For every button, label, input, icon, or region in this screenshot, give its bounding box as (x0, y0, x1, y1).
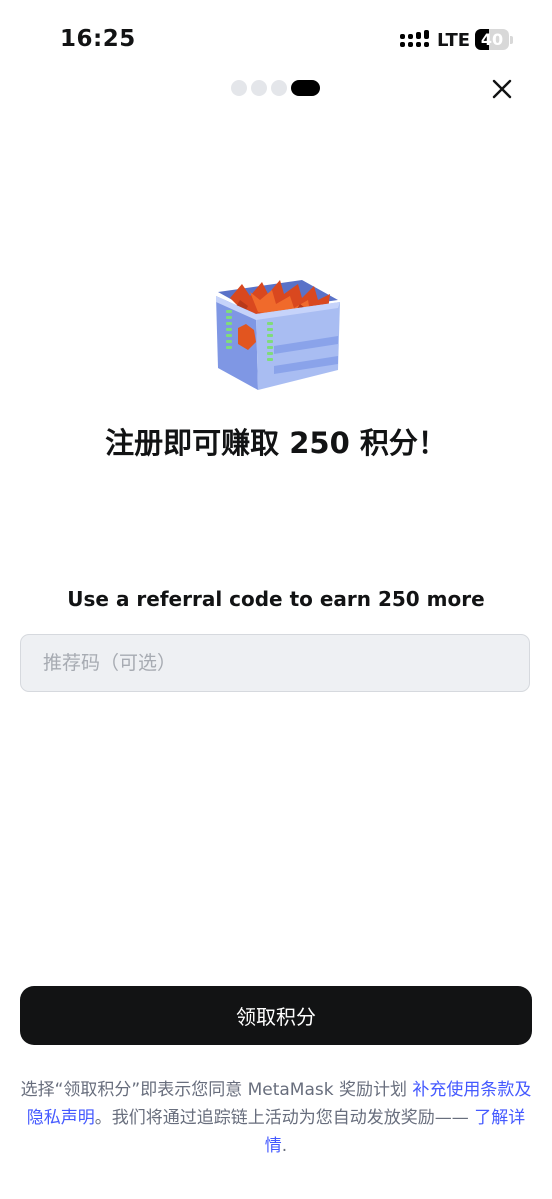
referral-label: Use a referral code to earn 250 more (67, 587, 485, 611)
onboarding-pager (231, 80, 320, 96)
battery-icon: 40 (475, 29, 509, 50)
points-crate-illustration (216, 280, 340, 390)
pager-dot (271, 80, 287, 96)
pager-dot (251, 80, 267, 96)
claim-points-button[interactable]: 领取积分 (20, 986, 532, 1045)
pager-dot-active (291, 80, 320, 96)
referral-code-input[interactable] (20, 634, 530, 692)
battery-cap (510, 36, 513, 44)
cellular-signal-icon (400, 30, 429, 47)
legal-suffix: . (281, 1136, 288, 1156)
page-title: 注册即可赚取 250 积分！ (105, 426, 447, 460)
status-bar: 16:25 LTE 40 (0, 0, 552, 82)
legal-prefix: 选择“领取积分”即表示您同意 MetaMask 奖励计划 (20, 1080, 413, 1100)
battery-level: 40 (480, 30, 504, 49)
close-button[interactable] (487, 74, 517, 104)
network-type: LTE (437, 30, 471, 51)
legal-disclaimer: 选择“领取积分”即表示您同意 MetaMask 奖励计划 补充使用条款及隐私声明… (16, 1076, 536, 1160)
status-time: 16:25 (60, 26, 136, 52)
legal-middle: 。我们将通过追踪链上活动为您自动发放奖励—— (94, 1108, 475, 1128)
pager-dot (231, 80, 247, 96)
close-icon (492, 79, 512, 99)
